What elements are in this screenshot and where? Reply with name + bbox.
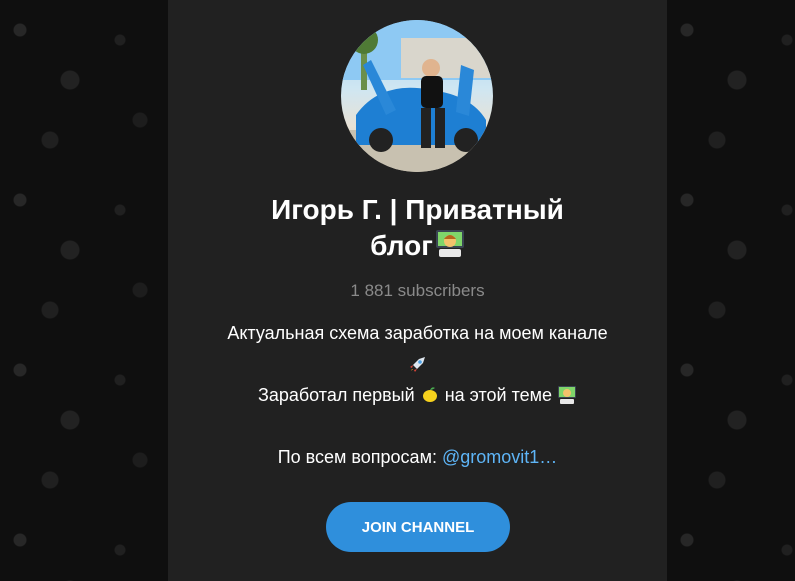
description-line3-end: на этой теме — [444, 385, 553, 405]
technologist-emoji-icon — [557, 384, 577, 404]
chat-background-left — [0, 0, 168, 581]
channel-title-line1: Игорь Г. | Приватный — [271, 194, 564, 225]
channel-title-line2: блог — [370, 230, 433, 261]
channel-avatar — [341, 20, 493, 172]
description-line3-start: Заработал первый — [257, 385, 415, 405]
subscriber-count: 1 881 subscribers — [350, 281, 485, 300]
join-channel-button[interactable]: JOIN CHANNEL — [326, 502, 510, 552]
channel-description: Актуальная схема заработка на моем канал… — [168, 318, 667, 473]
description-line1: Актуальная схема заработка на моем канал… — [227, 323, 608, 343]
channel-title: Игорь Г. | Приватный блог — [168, 192, 667, 264]
chat-background-right — [667, 0, 795, 581]
technologist-emoji-icon — [435, 229, 465, 259]
lemon-icon — [420, 384, 440, 404]
rocket-icon — [408, 353, 428, 373]
description-line5-prefix: По всем вопросам: — [277, 447, 437, 467]
contact-mention-link[interactable]: @gromovit1… — [442, 447, 557, 467]
